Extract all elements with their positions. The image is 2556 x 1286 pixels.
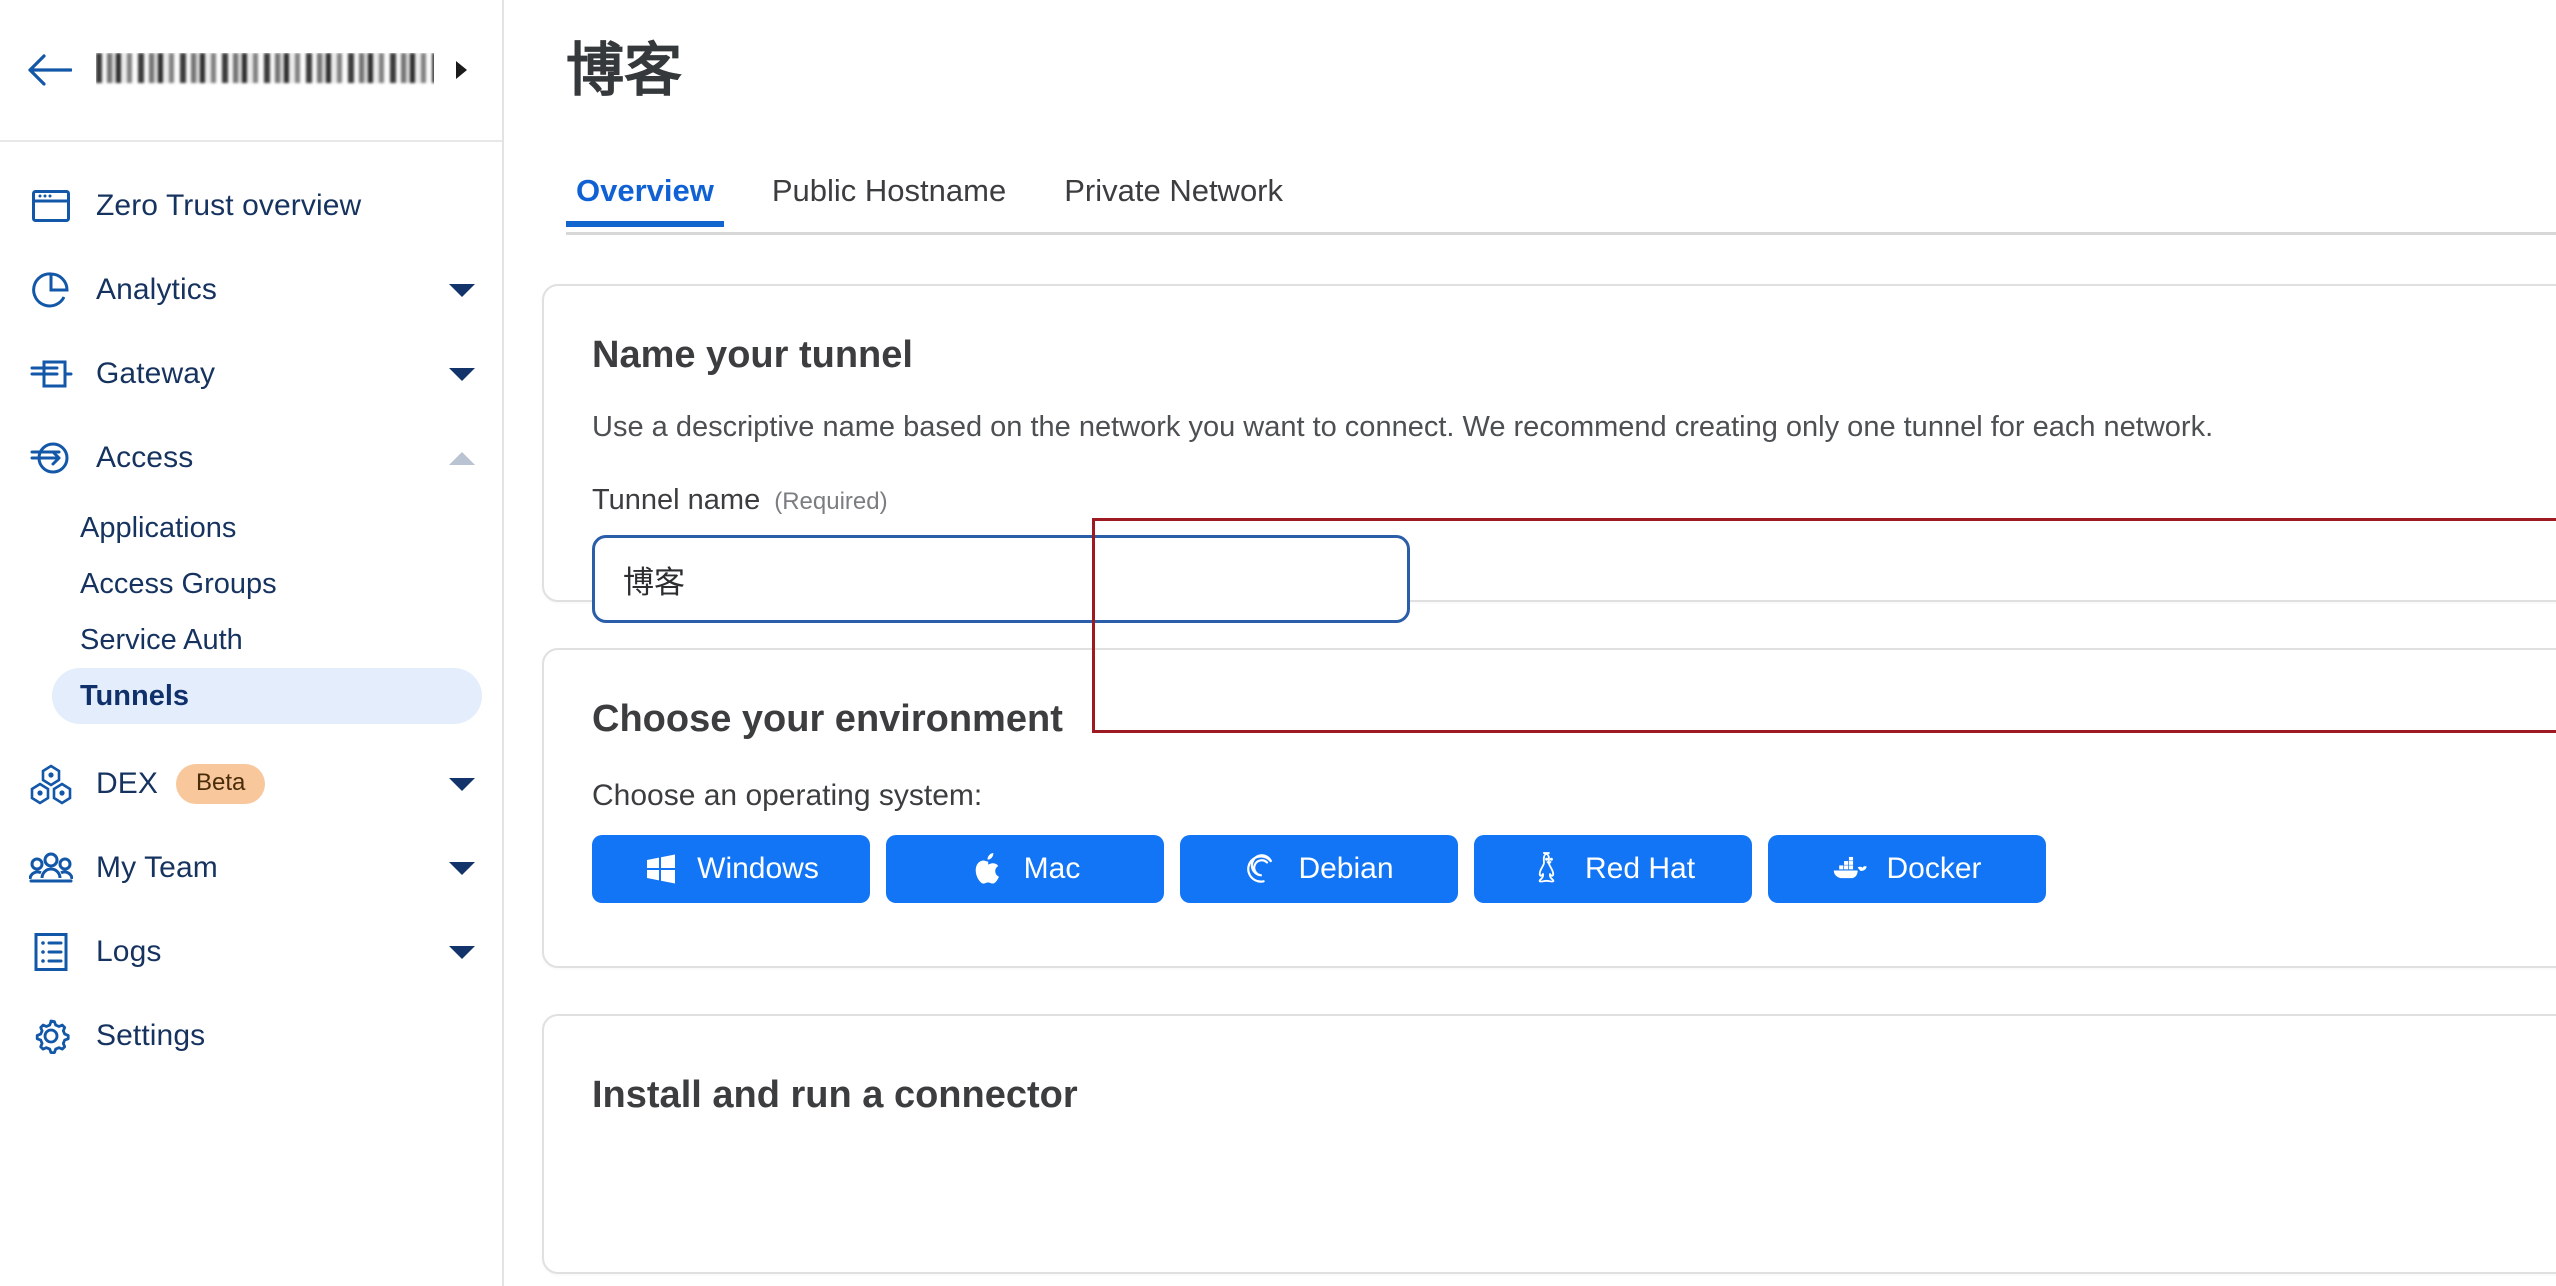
sidebar-item-settings[interactable]: Settings xyxy=(0,994,502,1078)
sidebar-nav: Zero Trust overview Analytics Gateway Ac… xyxy=(0,142,502,1078)
card-description: Use a descriptive name based on the netw… xyxy=(592,411,2214,443)
sidebar-item-label: Access xyxy=(96,441,194,474)
sidebar-item-logs[interactable]: Logs xyxy=(0,910,502,994)
apple-icon xyxy=(970,851,1006,887)
sidebar-subitem-label: Access Groups xyxy=(80,567,277,600)
sidebar-item-dex[interactable]: DEX Beta xyxy=(0,742,502,826)
page-title: 博客 xyxy=(566,38,683,103)
os-button-docker[interactable]: Docker xyxy=(1768,835,2046,903)
back-arrow-icon[interactable] xyxy=(22,43,76,97)
sidebar-subitem-label: Service Auth xyxy=(80,623,243,656)
app-root: Zero Trust overview Analytics Gateway Ac… xyxy=(0,0,2556,1286)
sidebar-subitem-label: Tunnels xyxy=(80,679,190,712)
os-button-label: Mac xyxy=(1023,852,1081,885)
chevron-down-icon[interactable] xyxy=(448,938,476,966)
tunnel-name-input[interactable]: 博客 xyxy=(592,535,1410,623)
tunnel-name-label: Tunnel name xyxy=(592,484,761,516)
logs-icon xyxy=(28,929,74,975)
debian-swirl-icon xyxy=(1244,851,1280,887)
tab-bar: Overview Public Hostname Private Network xyxy=(566,151,2556,227)
card-title: Name your tunnel xyxy=(592,334,913,376)
pie-chart-icon xyxy=(28,267,74,313)
sidebar-subitem-label: Applications xyxy=(80,511,237,544)
chevron-down-icon[interactable] xyxy=(448,276,476,304)
sidebar-item-label: My Team xyxy=(96,851,218,884)
sidebar-item-my-team[interactable]: My Team xyxy=(0,826,502,910)
tab-private-network[interactable]: Private Network xyxy=(1054,173,1293,227)
chevron-down-icon[interactable] xyxy=(448,770,476,798)
sidebar-item-analytics[interactable]: Analytics xyxy=(0,248,502,332)
sidebar-item-gateway[interactable]: Gateway xyxy=(0,332,502,416)
os-button-label: Windows xyxy=(697,852,819,885)
tunnel-name-label-row: Tunnel name (Required) xyxy=(592,484,2556,517)
people-icon xyxy=(28,845,74,891)
linux-penguin-icon xyxy=(1531,851,1567,887)
sidebar-item-access-groups[interactable]: Access Groups xyxy=(52,556,482,612)
gateway-arrow-icon xyxy=(28,351,74,397)
chevron-down-icon[interactable] xyxy=(448,360,476,388)
os-button-row: Windows Mac Debian Red Hat Docker xyxy=(592,835,2556,903)
sidebar: Zero Trust overview Analytics Gateway Ac… xyxy=(0,0,504,1286)
sidebar-item-applications[interactable]: Applications xyxy=(52,500,482,556)
tab-overview[interactable]: Overview xyxy=(566,173,724,227)
chevron-down-icon[interactable] xyxy=(448,854,476,882)
sidebar-item-label: Settings xyxy=(96,1019,206,1052)
os-button-debian[interactable]: Debian xyxy=(1180,835,1458,903)
os-button-red-hat[interactable]: Red Hat xyxy=(1474,835,1752,903)
sidebar-item-service-auth[interactable]: Service Auth xyxy=(52,612,482,668)
access-arrow-icon xyxy=(28,435,74,481)
os-button-label: Docker xyxy=(1886,852,1982,885)
os-button-mac[interactable]: Mac xyxy=(886,835,1164,903)
card-name-your-tunnel: Name your tunnel Use a descriptive name … xyxy=(542,284,2556,681)
chevron-right-icon[interactable] xyxy=(446,55,476,85)
os-button-label: Red Hat xyxy=(1584,852,1696,885)
sidebar-item-label: Zero Trust overview xyxy=(96,189,362,222)
card-title: Install and run a connector xyxy=(592,1074,1078,1116)
sidebar-item-label: Analytics xyxy=(96,273,217,306)
cards-container: Name your tunnel Use a descriptive name … xyxy=(504,232,2556,1286)
sidebar-item-zero-trust-overview[interactable]: Zero Trust overview xyxy=(0,164,502,248)
card-choose-your-environment: Choose your environment Choose an operat… xyxy=(542,648,2556,968)
tab-public-hostname[interactable]: Public Hostname xyxy=(762,173,1016,227)
sidebar-item-access[interactable]: Access xyxy=(0,416,502,500)
os-prompt-label: Choose an operating system: xyxy=(592,779,983,812)
windows-icon xyxy=(643,851,679,887)
card-title: Choose your environment xyxy=(592,698,1063,740)
status-badge-beta: Beta xyxy=(176,764,266,804)
sidebar-item-tunnels[interactable]: Tunnels xyxy=(52,668,482,724)
os-button-label: Debian xyxy=(1298,852,1394,885)
docker-whale-icon xyxy=(1832,851,1868,887)
account-bar[interactable] xyxy=(0,0,502,142)
sidebar-item-label: Logs xyxy=(96,935,162,968)
dex-molecule-icon xyxy=(28,761,74,807)
required-hint: (Required) xyxy=(774,488,888,515)
os-button-windows[interactable]: Windows xyxy=(592,835,870,903)
tunnel-name-input-value: 博客 xyxy=(623,564,685,600)
main-content: 博客 Overview Public Hostname Private Netw… xyxy=(504,0,2556,1286)
account-name-redacted xyxy=(96,53,434,87)
gear-icon xyxy=(28,1013,74,1059)
sidebar-item-label: DEX xyxy=(96,767,158,800)
window-icon xyxy=(28,183,74,229)
sidebar-item-label: Gateway xyxy=(96,357,216,390)
card-install-and-run-connector: Install and run a connector xyxy=(542,1014,2556,1274)
chevron-up-icon[interactable] xyxy=(448,444,476,472)
